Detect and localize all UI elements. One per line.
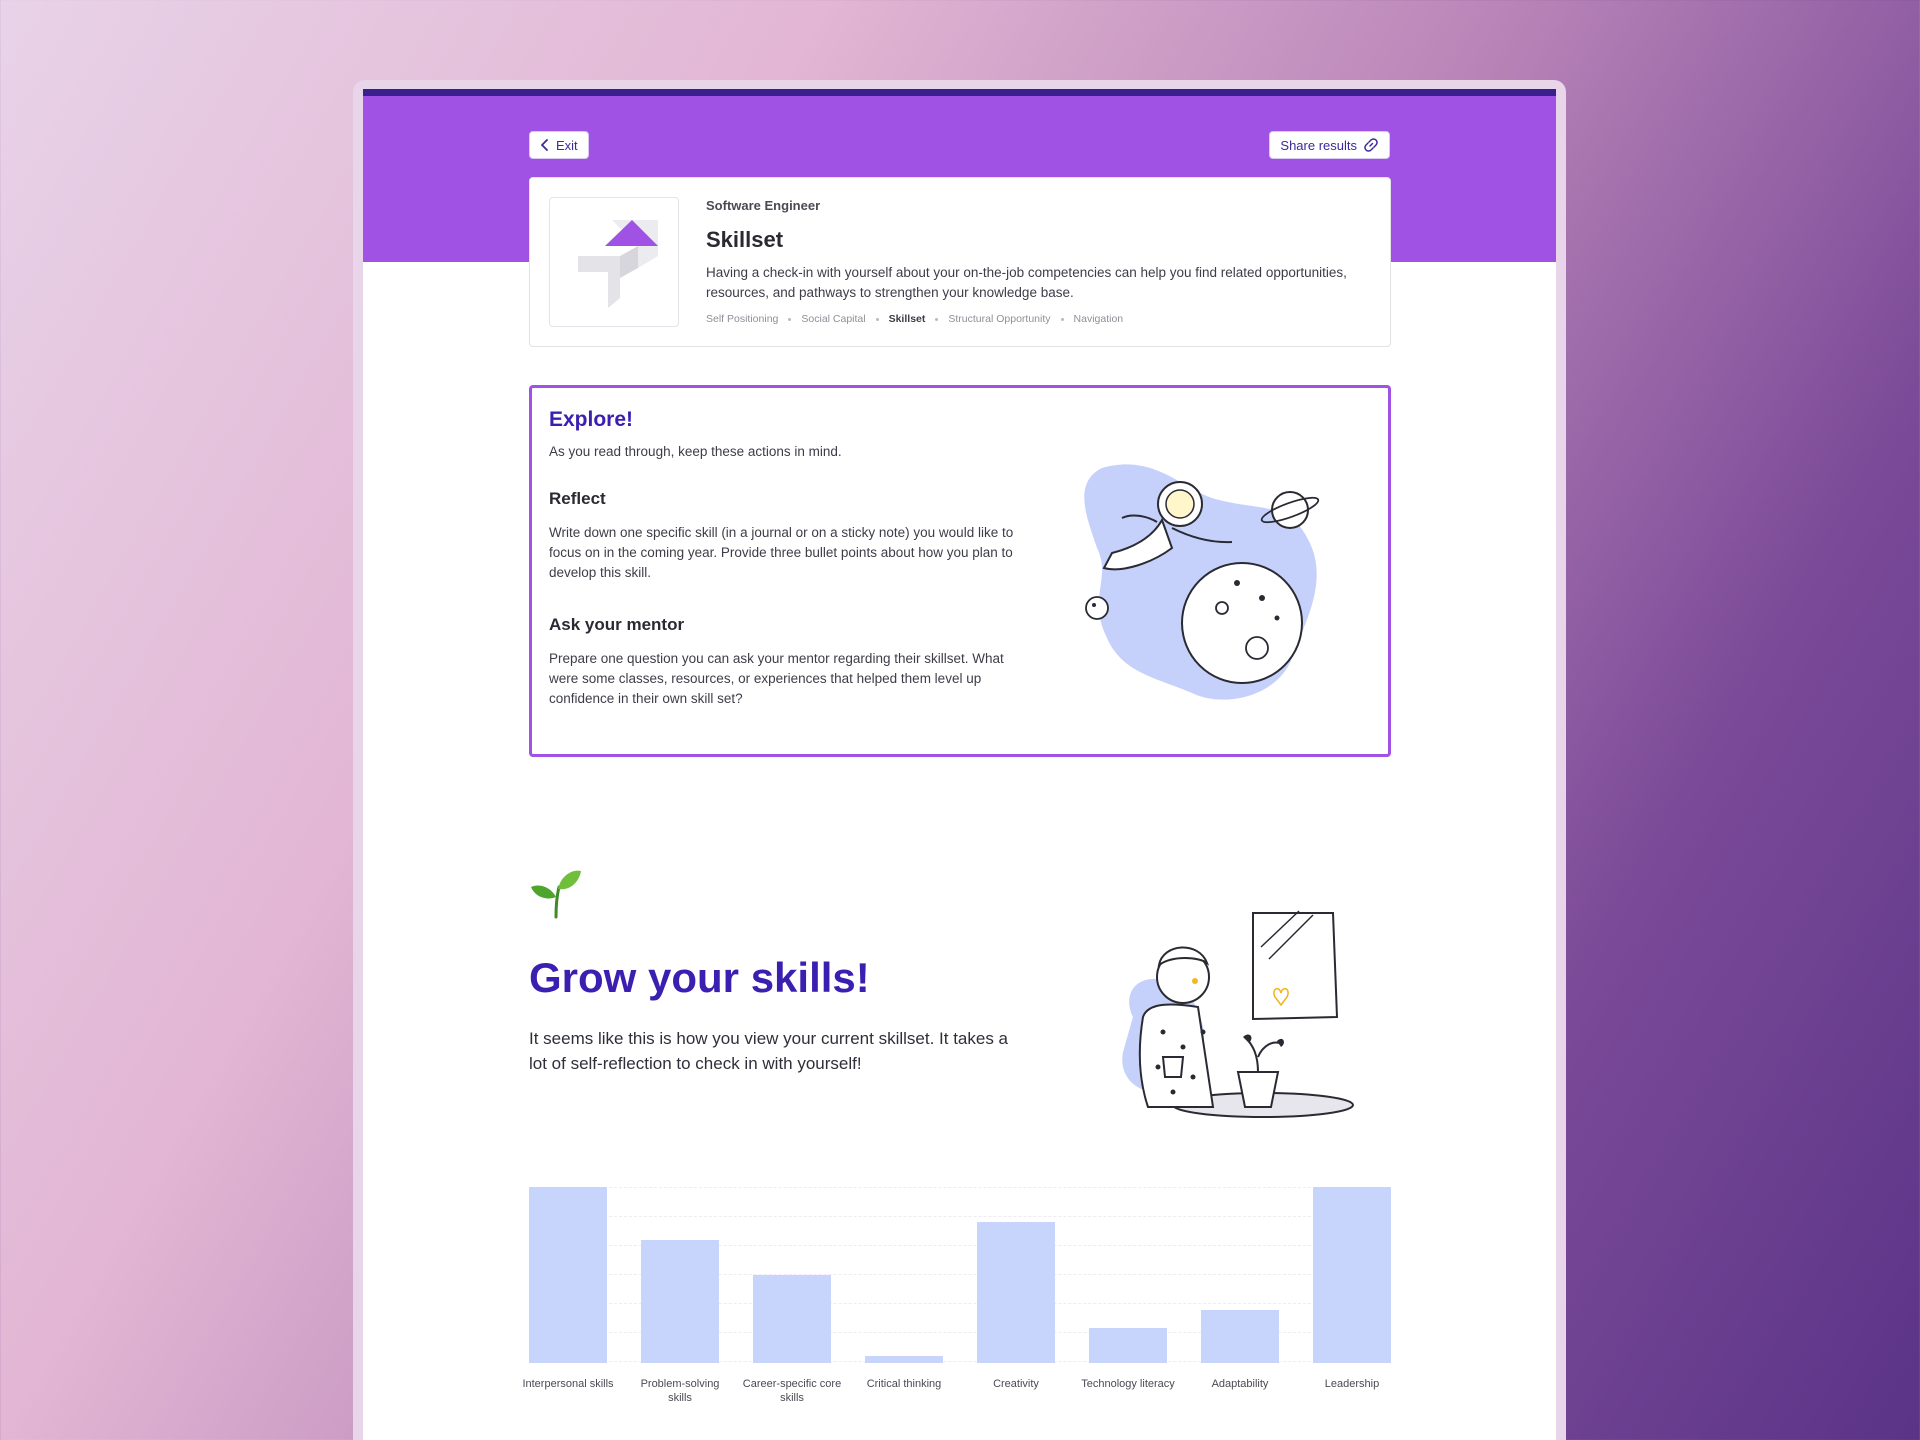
chevron-left-icon [540, 139, 550, 151]
topic-card: Software Engineer Skillset Having a chec… [529, 177, 1391, 347]
grow-section: Grow your skills! It seems like this is … [529, 867, 1029, 1076]
share-label: Share results [1280, 137, 1357, 153]
crumb-structural-opportunity[interactable]: Structural Opportunity [948, 313, 1050, 325]
link-icon [1363, 137, 1379, 153]
bar-career-specific-core-skills [753, 1275, 831, 1363]
role-eyebrow: Software Engineer [706, 198, 821, 213]
bar-critical-thinking [865, 1355, 943, 1363]
crumb-separator [875, 317, 879, 321]
category-label: Critical thinking [866, 1378, 942, 1390]
reflect-body: Write down one specific skill (in a jour… [549, 525, 1014, 580]
skills-bar-chart: Interpersonal skills Problem-solving skil… [522, 1187, 1391, 1407]
category-label: Creativity [993, 1378, 1039, 1390]
crumb-separator [788, 317, 792, 321]
crumb-self-positioning[interactable]: Self Positioning [706, 313, 778, 325]
crumb-navigation[interactable]: Navigation [1074, 313, 1124, 325]
crumb-skillset[interactable]: Skillset [889, 313, 926, 325]
topic-description: Having a check-in with yourself about yo… [706, 265, 1347, 300]
category-label: Career-specific core skills [742, 1378, 842, 1404]
explore-intro: As you read through, keep these actions … [549, 444, 842, 459]
crumb-social-capital[interactable]: Social Capital [801, 313, 865, 325]
gridline [529, 1187, 1391, 1188]
crumb-separator [935, 317, 939, 321]
bar-technology-literacy [1089, 1327, 1167, 1363]
exit-label: Exit [556, 137, 578, 153]
explore-panel: Explore! As you read through, keep these… [529, 385, 1391, 757]
explore-title: Explore! [549, 408, 634, 431]
category-label: Leadership [1324, 1378, 1380, 1390]
bar-leadership [1313, 1187, 1391, 1363]
skillset-logo [549, 197, 679, 327]
exit-button[interactable]: Exit [529, 131, 589, 159]
bar-creativity [977, 1222, 1055, 1363]
category-label: Interpersonal skills [522, 1378, 614, 1390]
top-accent-bar [363, 89, 1556, 96]
reflect-title: Reflect [549, 489, 606, 508]
bar-adaptability [1201, 1310, 1279, 1363]
page-title: Skillset [706, 227, 784, 252]
category-label: Adaptability [1211, 1378, 1269, 1390]
progress-breadcrumb: Self Positioning Social Capital Skillset… [706, 313, 1366, 325]
bar-interpersonal-skills [529, 1187, 607, 1363]
crumb-separator [1060, 317, 1064, 321]
category-label: Problem-solving skills [640, 1378, 720, 1404]
mentor-body: Prepare one question you can ask your me… [549, 651, 1004, 706]
gridline [529, 1216, 1391, 1217]
grow-title: Grow your skills! [529, 954, 870, 1001]
thinking-person-illustration [1103, 907, 1363, 1132]
category-label: Technology literacy [1081, 1378, 1175, 1390]
mentor-title: Ask your mentor [549, 615, 685, 634]
bar-problem-solving-skills [641, 1239, 719, 1363]
browser-frame: Exit Share results Software Engineer Ski… [353, 80, 1566, 1440]
share-results-button[interactable]: Share results [1269, 131, 1390, 159]
grow-body: It seems like this is how you view your … [529, 1029, 1009, 1073]
sprout-icon [529, 870, 583, 923]
astronaut-illustration [1062, 458, 1342, 713]
app-window: Exit Share results Software Engineer Ski… [363, 89, 1556, 1440]
